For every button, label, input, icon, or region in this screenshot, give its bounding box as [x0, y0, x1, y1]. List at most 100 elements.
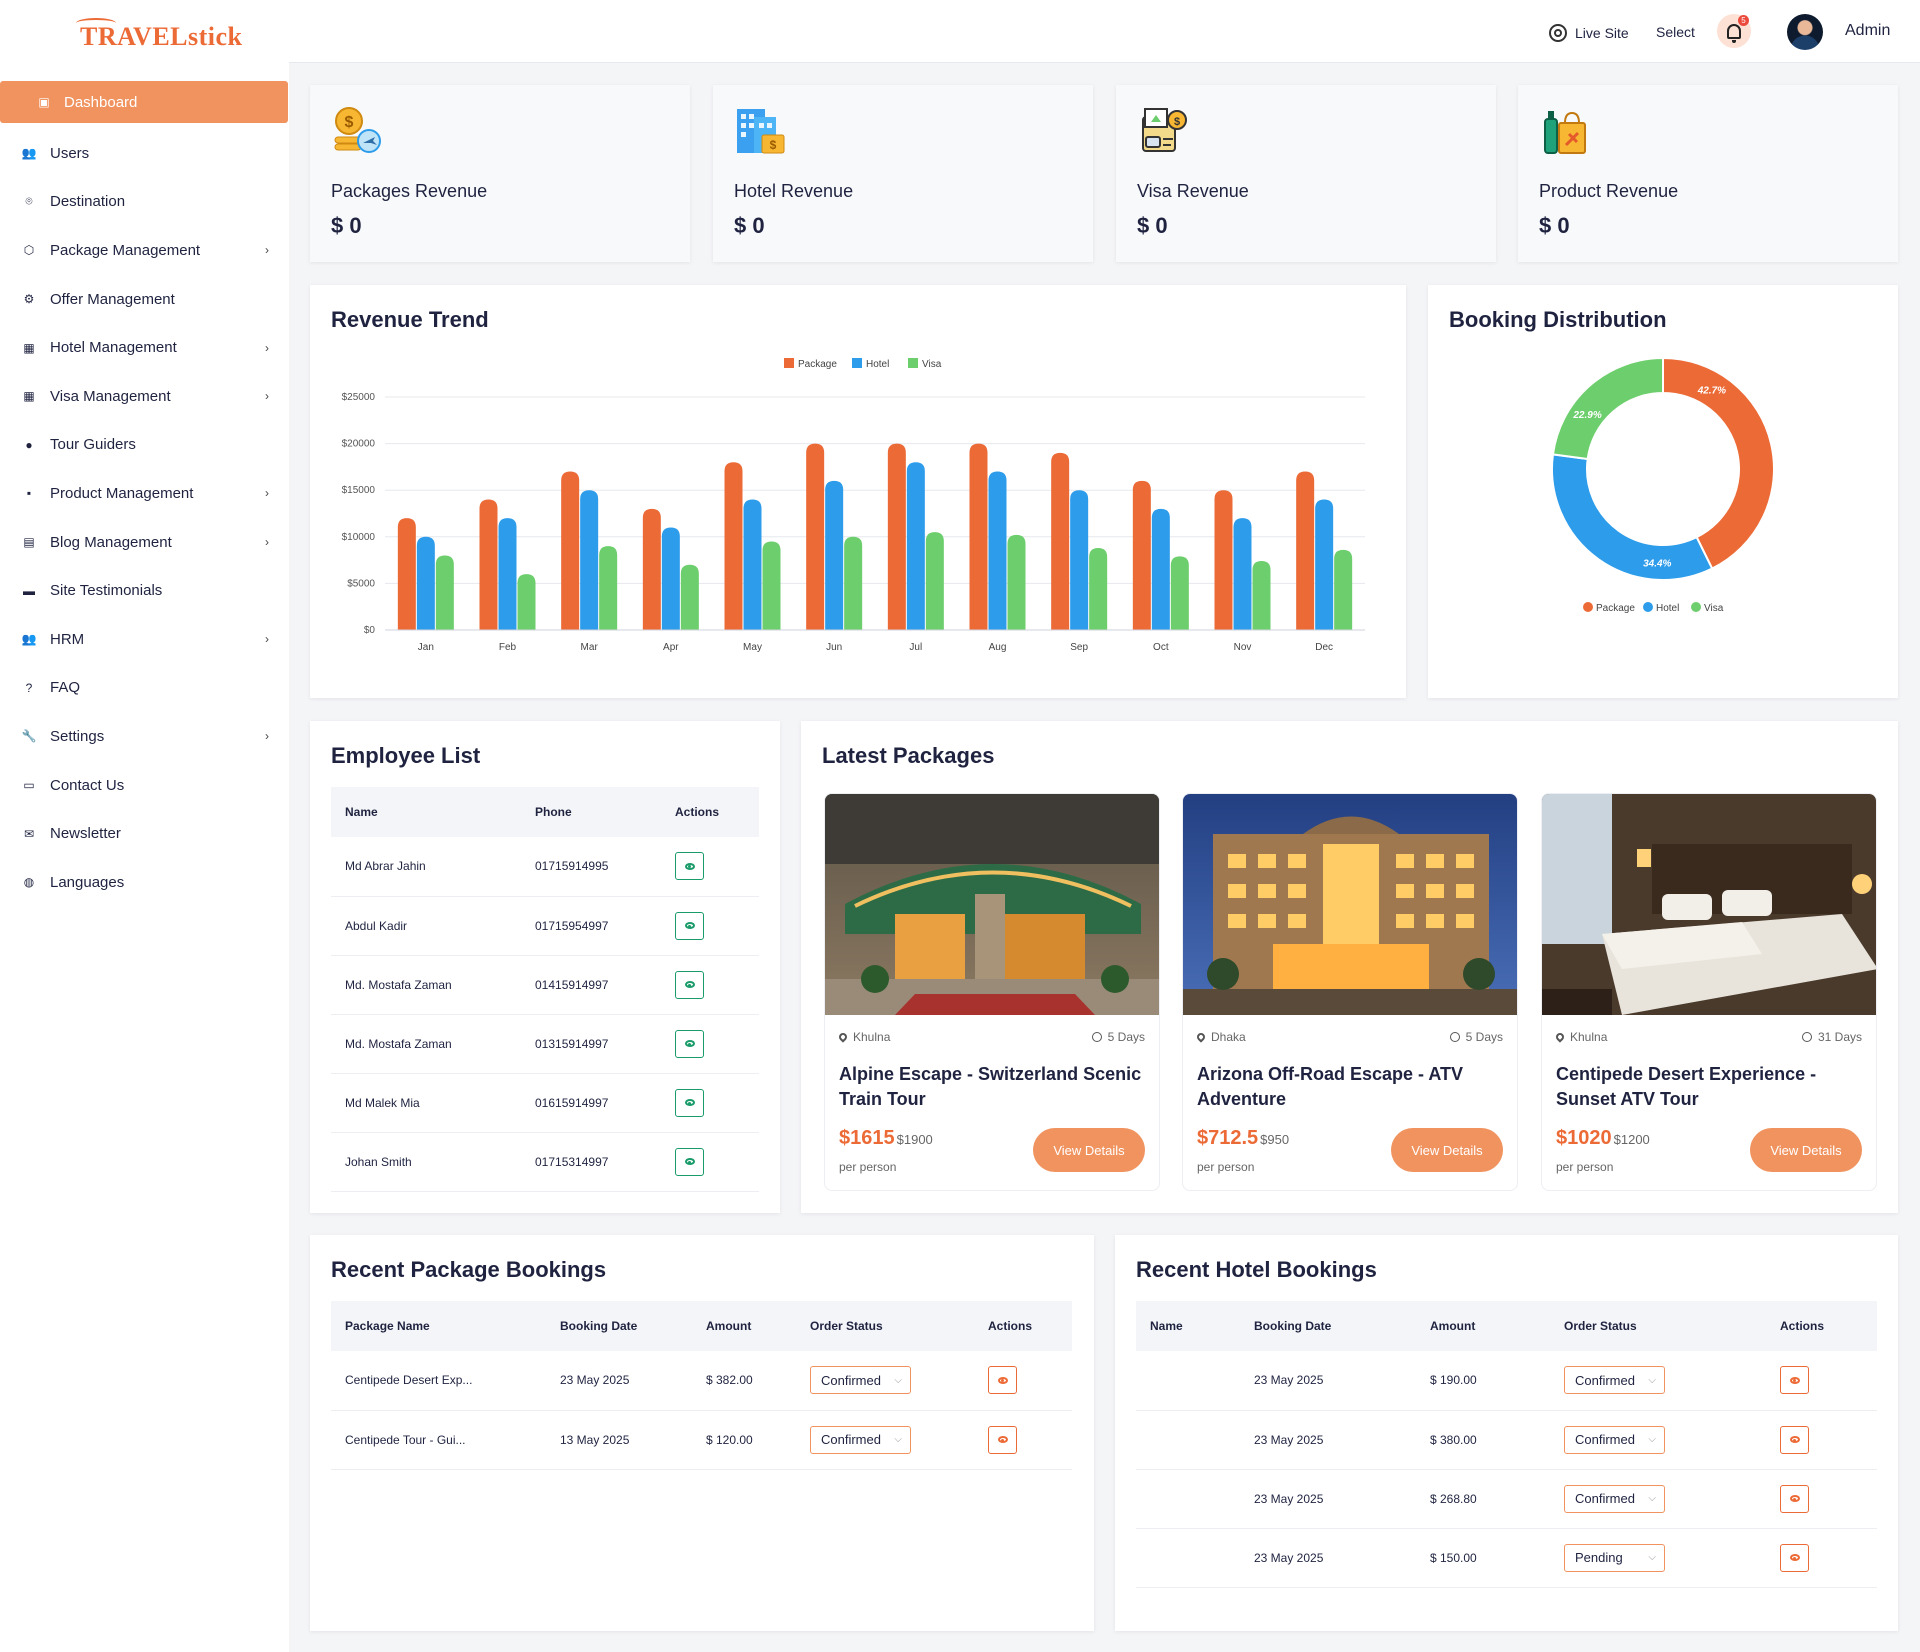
bar-package[interactable]	[806, 443, 825, 630]
employee-phone: 01715914995	[521, 837, 661, 897]
bar-package[interactable]	[1051, 452, 1070, 630]
bar-hotel[interactable]	[580, 490, 599, 630]
sidebar-item-offer-management[interactable]: ⚙ Offer Management	[0, 275, 289, 324]
bar-hotel[interactable]	[825, 480, 844, 630]
sidebar-item-tour-guiders[interactable]: ● Tour Guiders	[0, 421, 289, 470]
legend-swatch	[1583, 602, 1593, 612]
bar-visa[interactable]	[1334, 549, 1353, 630]
view-button[interactable]	[1780, 1484, 1809, 1513]
order-status-select[interactable]: Confirmed ⌵	[1564, 1484, 1665, 1513]
bar-visa[interactable]	[517, 574, 536, 630]
notification-button[interactable]: 5	[1717, 14, 1751, 48]
sidebar-item-hrm[interactable]: 👥 HRM ›	[0, 615, 289, 664]
view-button[interactable]	[675, 970, 704, 999]
sidebar-item-visa-management[interactable]: ▦ Visa Management ›	[0, 372, 289, 421]
eye-icon	[684, 1158, 695, 1165]
bar-package[interactable]	[724, 462, 743, 630]
sidebar-item-package-management[interactable]: ⬡ Package Management ›	[0, 226, 289, 275]
brand-logo[interactable]: TRAVELstick	[76, 18, 243, 52]
bar-hotel[interactable]	[1070, 490, 1089, 630]
package-card[interactable]: Dhaka 5 Days Arizona Off-Road Escape - A…	[1182, 793, 1518, 1191]
bar-package[interactable]	[561, 471, 580, 630]
view-button[interactable]	[675, 1029, 704, 1058]
sidebar-item-hotel-management[interactable]: ▦ Hotel Management ›	[0, 323, 289, 372]
bar-visa[interactable]	[1252, 561, 1271, 630]
order-status-select[interactable]: Confirmed ⌵	[1564, 1366, 1665, 1395]
bar-package[interactable]	[642, 508, 661, 630]
user-name[interactable]: Admin	[1845, 22, 1890, 40]
view-button[interactable]	[1780, 1543, 1809, 1572]
language-select[interactable]: Select	[1656, 24, 1695, 40]
sidebar-item-users[interactable]: 👥 Users	[0, 129, 289, 178]
sidebar-item-contact-us[interactable]: ▭ Contact Us	[0, 761, 289, 810]
bar-package[interactable]	[887, 443, 906, 630]
order-status-select[interactable]: Confirmed ⌵	[810, 1425, 911, 1454]
live-site-link[interactable]: Live Site	[1549, 24, 1629, 42]
sidebar-item-product-management[interactable]: ▪ Product Management ›	[0, 469, 289, 518]
view-button[interactable]	[675, 852, 704, 881]
bar-visa[interactable]	[1170, 556, 1189, 630]
slice-visa[interactable]	[1551, 356, 1664, 461]
order-status-select[interactable]: Confirmed ⌵	[1564, 1425, 1665, 1454]
booking-date: 23 May 2025	[546, 1351, 692, 1411]
bar-hotel[interactable]	[906, 462, 925, 630]
package-name[interactable]: Alpine Escape - Switzerland Scenic Train…	[839, 1062, 1149, 1112]
stat-label: Product Revenue	[1539, 181, 1679, 201]
bar-hotel[interactable]	[988, 471, 1007, 630]
sidebar-item-blog-management[interactable]: ▤ Blog Management ›	[0, 518, 289, 567]
bar-hotel[interactable]	[1233, 518, 1252, 630]
location-pin-icon	[1554, 1031, 1566, 1043]
sidebar-item-newsletter[interactable]: ✉ Newsletter	[0, 809, 289, 858]
sidebar-item-languages[interactable]: ◍ Languages	[0, 858, 289, 907]
view-button[interactable]	[675, 911, 704, 940]
bar-visa[interactable]	[844, 536, 863, 630]
bar-visa[interactable]	[680, 564, 699, 630]
view-details-button[interactable]: View Details	[1391, 1128, 1503, 1172]
location-pin-icon	[837, 1031, 849, 1043]
visa-passport-icon: $	[1142, 108, 1187, 152]
view-details-button[interactable]: View Details	[1033, 1128, 1145, 1172]
bar-package[interactable]	[969, 443, 988, 630]
order-status-select[interactable]: Pending ⌵	[1564, 1543, 1665, 1572]
view-button[interactable]	[1780, 1425, 1809, 1454]
bar-hotel[interactable]	[661, 527, 680, 630]
bar-package[interactable]	[1214, 490, 1233, 630]
legend-swatch	[908, 358, 918, 368]
bar-visa[interactable]	[1089, 547, 1108, 630]
avatar[interactable]	[1787, 14, 1823, 50]
bar-visa[interactable]	[762, 541, 781, 630]
bar-hotel[interactable]	[743, 499, 762, 630]
bar-hotel[interactable]	[1315, 499, 1334, 630]
sidebar-item-site-testimonials[interactable]: ▬ Site Testimonials	[0, 566, 289, 615]
view-button[interactable]	[1780, 1366, 1809, 1395]
bar-hotel[interactable]	[498, 518, 517, 630]
package-card[interactable]: Khulna 5 Days Alpine Escape - Switzerlan…	[824, 793, 1160, 1191]
bar-visa[interactable]	[925, 532, 944, 630]
sidebar-item-dashboard[interactable]: ▣ Dashboard	[0, 81, 288, 123]
bar-package[interactable]	[397, 518, 416, 630]
order-status-select[interactable]: Confirmed ⌵	[810, 1366, 911, 1395]
sidebar-item-destination[interactable]: ⌾ Destination	[0, 178, 289, 227]
bar-visa[interactable]	[435, 555, 454, 630]
bar-visa[interactable]	[599, 546, 618, 630]
sidebar-item-settings[interactable]: 🔧 Settings ›	[0, 712, 289, 761]
bar-package[interactable]	[1296, 471, 1315, 630]
sidebar-item-label: FAQ	[50, 679, 81, 697]
slice-hotel[interactable]	[1551, 453, 1714, 581]
sidebar-item-faq[interactable]: ? FAQ	[0, 664, 289, 713]
bar-package[interactable]	[1132, 480, 1151, 630]
view-details-button[interactable]: View Details	[1750, 1128, 1862, 1172]
package-name[interactable]: Centipede Desert Experience - Sunset ATV…	[1556, 1062, 1866, 1112]
view-button[interactable]	[675, 1147, 704, 1176]
contact-card-icon: ▭	[23, 778, 35, 793]
bar-hotel[interactable]	[416, 536, 435, 630]
view-button[interactable]	[988, 1366, 1017, 1395]
bar-hotel[interactable]	[1151, 508, 1170, 630]
chevron-down-icon: ⌵	[1648, 1434, 1656, 1445]
view-button[interactable]	[988, 1425, 1017, 1454]
bar-package[interactable]	[479, 499, 498, 630]
package-card[interactable]: Khulna 31 Days Centipede Desert Experien…	[1541, 793, 1877, 1191]
package-name[interactable]: Arizona Off-Road Escape - ATV Adventure	[1197, 1062, 1507, 1112]
view-button[interactable]	[675, 1088, 704, 1117]
bar-visa[interactable]	[1007, 534, 1026, 630]
